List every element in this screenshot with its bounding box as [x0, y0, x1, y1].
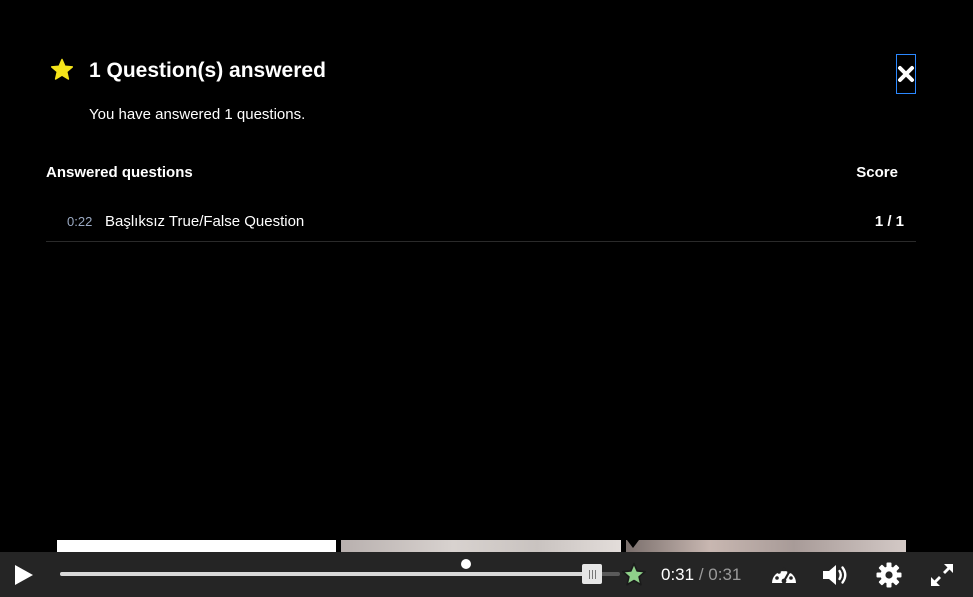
progress-fill	[60, 572, 592, 576]
play-button[interactable]	[8, 560, 38, 590]
column-header-score: Score	[856, 164, 898, 181]
volume-icon	[823, 565, 847, 585]
fullscreen-icon	[931, 564, 953, 586]
duration: 0:31	[708, 565, 742, 584]
player-controls-bar: 0:31 / 0:31	[0, 552, 973, 597]
answered-summary-panel: 1 Question(s) answered You have answered…	[0, 0, 973, 540]
fullscreen-button[interactable]	[927, 560, 957, 590]
column-header-answered-questions: Answered questions	[46, 164, 193, 181]
star-icon	[50, 58, 74, 80]
thumbnail	[341, 540, 621, 552]
answered-questions-button[interactable]	[620, 561, 648, 589]
gear-icon	[876, 562, 902, 588]
thumbnail	[626, 540, 906, 552]
summary-title: 1 Question(s) answered	[89, 59, 326, 82]
playback-speed-button[interactable]	[768, 560, 800, 590]
summary-subtitle: You have answered 1 questions.	[89, 106, 306, 123]
table-header: Answered questions Score	[46, 160, 916, 184]
settings-button[interactable]	[874, 560, 904, 590]
current-time: 0:31	[661, 565, 695, 584]
speedometer-icon	[772, 567, 796, 584]
table-row[interactable]: 0:22 Başlıksız True/False Question 1 / 1	[46, 184, 916, 242]
question-title: Başlıksız True/False Question	[105, 213, 305, 230]
bookmark-marker[interactable]	[461, 559, 471, 569]
time-display: 0:31 / 0:31	[661, 565, 741, 585]
thumbnail-pointer	[627, 540, 639, 548]
close-button[interactable]	[896, 54, 916, 94]
play-icon	[15, 565, 33, 585]
question-score: 1 / 1	[874, 213, 904, 230]
time-separator: /	[698, 565, 704, 584]
volume-button[interactable]	[820, 560, 852, 590]
progress-handle[interactable]	[582, 564, 602, 584]
question-timestamp[interactable]: 0:22	[67, 214, 92, 229]
thumbnail	[57, 540, 336, 552]
video-thumbnails	[57, 540, 906, 552]
close-icon	[898, 66, 914, 82]
progress-bar[interactable]	[60, 572, 620, 576]
answered-star-icon	[622, 562, 646, 586]
answered-questions-table: Answered questions Score 0:22 Başlıksız …	[46, 160, 916, 242]
